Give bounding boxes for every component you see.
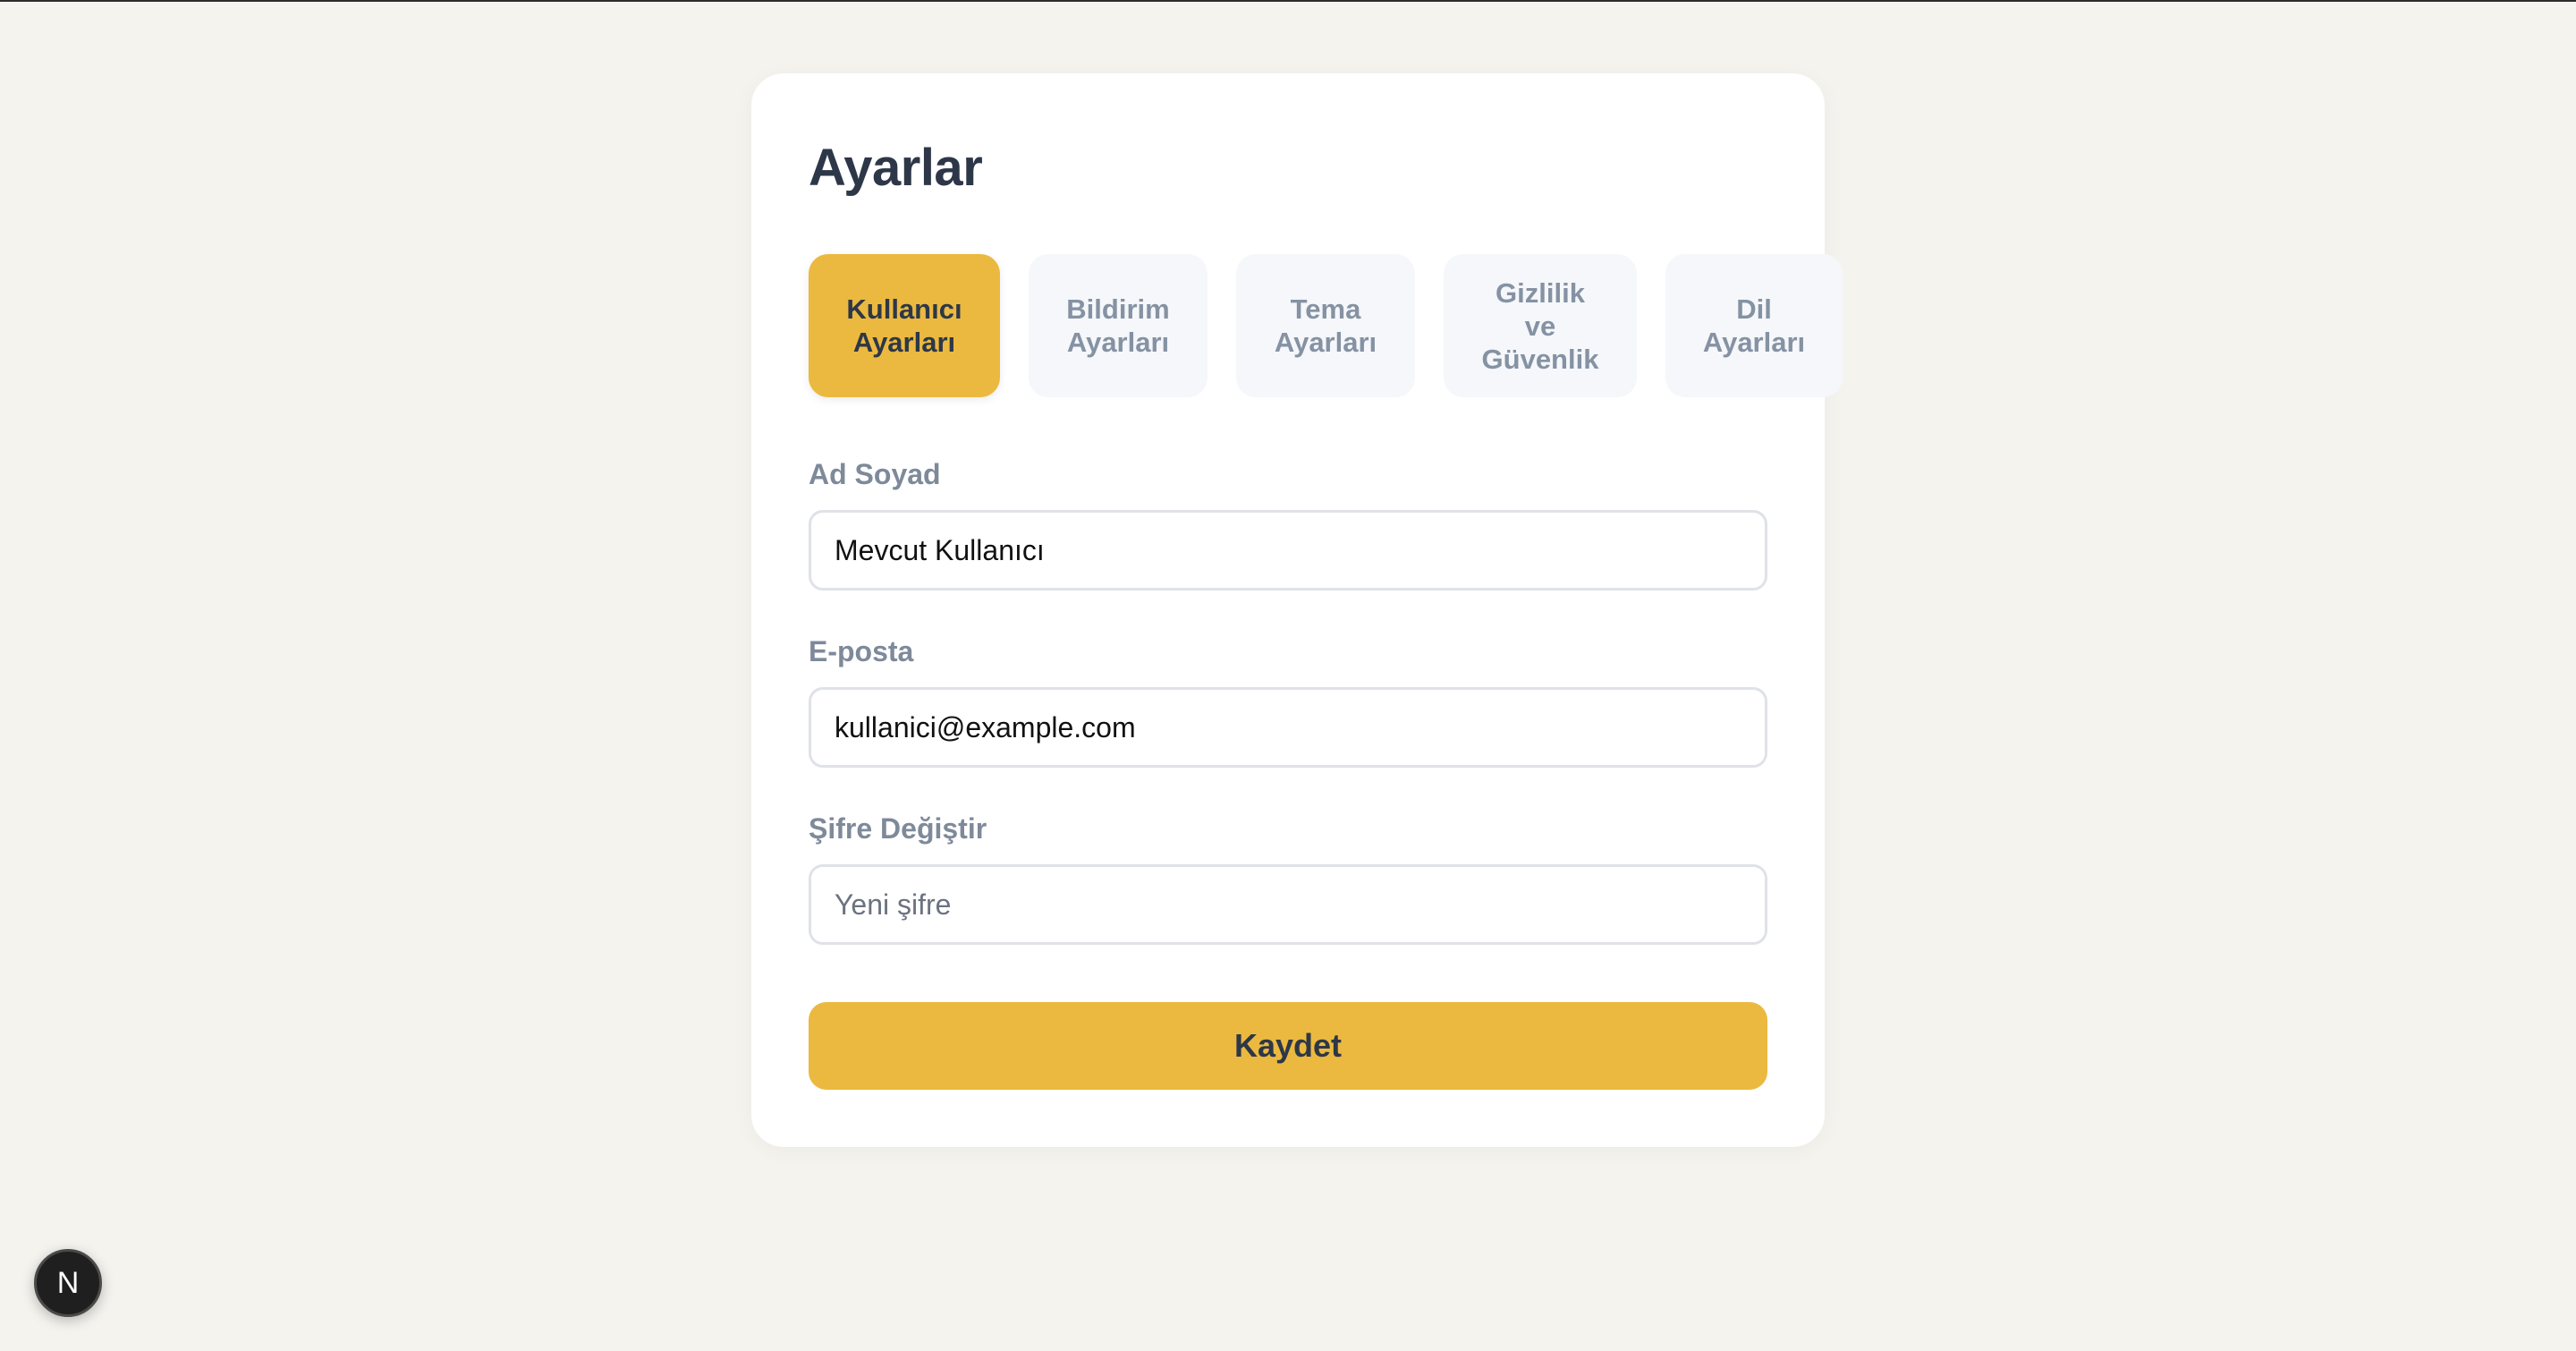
email-input[interactable]	[809, 687, 1767, 768]
save-button[interactable]: Kaydet	[809, 1002, 1767, 1090]
tab-privacy-security[interactable]: Gizlilik ve Güvenlik	[1444, 254, 1637, 397]
name-input[interactable]	[809, 510, 1767, 591]
email-label: E-posta	[809, 635, 914, 667]
page-title: Ayarlar	[809, 139, 983, 197]
settings-card: Ayarlar Kullanıcı Ayarları Bildirim Ayar…	[751, 73, 1843, 1147]
tab-theme-settings[interactable]: Tema Ayarları	[1236, 254, 1415, 397]
tab-notification-settings[interactable]: Bildirim Ayarları	[1029, 254, 1208, 397]
tab-user-settings[interactable]: Kullanıcı Ayarları	[809, 254, 1000, 397]
nextjs-logo-icon: N	[56, 1265, 80, 1300]
password-label: Şifre Değiştir	[809, 812, 987, 845]
nextjs-dev-badge[interactable]: N	[34, 1249, 102, 1317]
tab-language-settings[interactable]: Dil Ayarları	[1665, 254, 1843, 397]
name-label: Ad Soyad	[809, 458, 941, 490]
window-top-border	[0, 0, 2576, 2]
new-password-input[interactable]	[809, 864, 1767, 945]
settings-tabs: Kullanıcı Ayarları Bildirim Ayarları Tem…	[809, 254, 1860, 397]
